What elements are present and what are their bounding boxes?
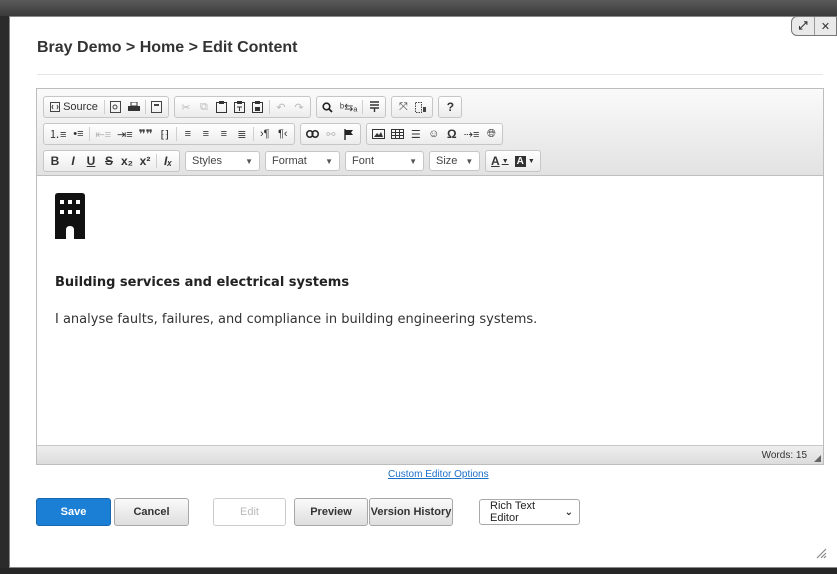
blockquote-icon[interactable]: ❞❞ xyxy=(136,125,156,143)
editor-content[interactable]: Building services and electrical systems… xyxy=(37,176,823,444)
remove-format-button[interactable]: Iₓ xyxy=(159,152,177,170)
cancel-button[interactable]: Cancel xyxy=(114,498,189,526)
subscript-button[interactable]: x₂ xyxy=(118,152,136,170)
building-icon xyxy=(55,193,85,239)
source-button[interactable]: Source xyxy=(46,98,102,116)
size-dropdown[interactable]: Size ▼ xyxy=(429,151,481,171)
chevron-down-icon: ▼ xyxy=(465,156,474,166)
smiley-icon[interactable]: ☺ xyxy=(425,125,443,143)
chevron-down-icon: ▼ xyxy=(245,156,254,166)
align-right-icon[interactable]: ≡ xyxy=(215,125,233,143)
maximize-icon[interactable]: ⤧ xyxy=(394,98,412,116)
chevron-down-icon: ▼ xyxy=(325,156,334,166)
numbered-list-icon[interactable]: ⒈≡ xyxy=(46,125,69,143)
backdrop xyxy=(0,0,837,16)
align-center-icon[interactable]: ≡ xyxy=(197,125,215,143)
special-char-icon[interactable]: Ω xyxy=(443,125,461,143)
editor-mode-select[interactable]: Rich Text Editor ⌄ xyxy=(479,499,580,525)
image-icon[interactable] xyxy=(369,125,388,143)
window-controls: ⤢ ✕ xyxy=(791,16,837,36)
editor-statusbar: Words: 15 xyxy=(37,445,823,464)
find-icon[interactable] xyxy=(319,98,337,116)
editor-toolbar: Source ✂ ⧉ ↶ ↷ ᵇ⇆ₐ ⤧ ? ⒈≡ •≡ ⇤≡ ⇥≡ ❞❞ ⁅⁆… xyxy=(37,89,823,176)
paste-word-icon[interactable] xyxy=(249,98,267,116)
paste-icon[interactable] xyxy=(213,98,231,116)
redo-icon[interactable]: ↷ xyxy=(290,98,308,116)
paste-text-icon[interactable] xyxy=(231,98,249,116)
cut-icon[interactable]: ✂ xyxy=(177,98,195,116)
replace-icon[interactable]: ᵇ⇆ₐ xyxy=(337,98,360,116)
divider xyxy=(37,74,823,75)
strike-button[interactable]: S xyxy=(100,152,118,170)
page-title: Bray Demo > Home > Edit Content xyxy=(37,39,298,56)
help-icon[interactable]: ? xyxy=(441,98,459,116)
templates-icon[interactable] xyxy=(148,98,166,116)
select-all-icon[interactable] xyxy=(365,98,383,116)
outdent-icon[interactable]: ⇤≡ xyxy=(92,125,114,143)
preview-icon[interactable] xyxy=(107,98,125,116)
chevron-down-icon: ⌄ xyxy=(564,506,573,518)
content-body: I analyse faults, failures, and complian… xyxy=(55,312,538,327)
styles-label: Styles xyxy=(192,155,222,167)
resize-grip-icon[interactable] xyxy=(814,455,821,462)
rich-text-editor: Source ✂ ⧉ ↶ ↷ ᵇ⇆ₐ ⤧ ? ⒈≡ •≡ ⇤≡ ⇥≡ ❞❞ ⁅⁆… xyxy=(36,88,824,465)
backdrop-bottom xyxy=(0,568,837,574)
edit-button[interactable]: Edit xyxy=(213,498,286,526)
format-dropdown[interactable]: Format ▼ xyxy=(265,151,341,171)
print-icon[interactable] xyxy=(125,98,143,116)
content-heading: Building services and electrical systems xyxy=(55,275,350,290)
bg-color-button[interactable]: A ▼ xyxy=(512,152,538,170)
show-blocks-icon[interactable] xyxy=(412,98,430,116)
underline-button[interactable]: U xyxy=(82,152,100,170)
resize-handle-icon[interactable] xyxy=(813,545,827,559)
chevron-down-icon: ▼ xyxy=(409,156,418,166)
undo-icon[interactable]: ↶ xyxy=(272,98,290,116)
preview-button[interactable]: Preview xyxy=(294,498,368,526)
creatediv-icon[interactable]: ⁅⁆ xyxy=(156,125,174,143)
save-button[interactable]: Save xyxy=(36,498,111,526)
styles-dropdown[interactable]: Styles ▼ xyxy=(185,151,261,171)
link-icon[interactable] xyxy=(303,125,322,143)
font-label: Font xyxy=(352,155,375,167)
unlink-icon[interactable]: ⚯ xyxy=(322,125,340,143)
indent-icon[interactable]: ⇥≡ xyxy=(114,125,136,143)
word-count: Words: 15 xyxy=(761,449,807,461)
iframe-icon[interactable]: 🌐︎ xyxy=(482,125,500,143)
justify-icon[interactable]: ≣ xyxy=(233,125,251,143)
rtl-icon[interactable]: ¶‹ xyxy=(274,125,292,143)
text-color-button[interactable]: A ▼ xyxy=(488,152,512,170)
maximize-window-icon[interactable]: ⤢ xyxy=(792,17,814,35)
edit-content-dialog: Bray Demo > Home > Edit Content Source ✂… xyxy=(9,16,837,568)
table-icon[interactable] xyxy=(388,125,407,143)
version-history-button[interactable]: Version History xyxy=(369,498,453,526)
bold-button[interactable]: B xyxy=(46,152,64,170)
anchor-icon[interactable] xyxy=(340,125,358,143)
editor-mode-value: Rich Text Editor xyxy=(490,500,536,524)
custom-editor-options-link[interactable]: Custom Editor Options xyxy=(388,469,489,480)
horizontal-rule-icon[interactable]: ☰ xyxy=(407,125,425,143)
source-label: Source xyxy=(63,101,98,113)
ltr-icon[interactable]: ›¶ xyxy=(256,125,274,143)
size-label: Size xyxy=(436,155,458,167)
font-dropdown[interactable]: Font ▼ xyxy=(345,151,425,171)
align-left-icon[interactable]: ≡ xyxy=(179,125,197,143)
close-icon[interactable]: ✕ xyxy=(814,17,836,35)
superscript-button[interactable]: x² xyxy=(136,152,154,170)
copy-icon[interactable]: ⧉ xyxy=(195,98,213,116)
bulleted-list-icon[interactable]: •≡ xyxy=(69,125,87,143)
source-icon xyxy=(50,102,60,112)
format-label: Format xyxy=(272,155,307,167)
italic-button[interactable]: I xyxy=(64,152,82,170)
page-break-icon[interactable]: ⇢≡ xyxy=(461,125,483,143)
